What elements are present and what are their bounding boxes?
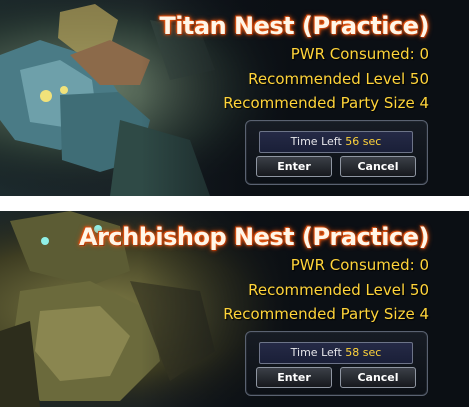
cancel-button[interactable]: Cancel (340, 367, 416, 388)
entry-controls: Time Left 58 sec Enter Cancel (245, 331, 428, 396)
time-left-label: Time Left (290, 135, 342, 148)
titan-nest-dialog: Titan Nest (Practice) PWR Consumed: 0 Re… (0, 0, 469, 196)
time-left-label: Time Left (290, 346, 342, 359)
archbishop-nest-dialog: Archbishop Nest (Practice) PWR Consumed:… (0, 211, 469, 407)
time-left-value: 58 sec (345, 346, 382, 359)
recommended-level: Recommended Level 50 (248, 281, 429, 299)
recommended-party-size: Recommended Party Size 4 (223, 94, 429, 112)
pwr-consumed: PWR Consumed: 0 (290, 256, 429, 274)
dungeon-title: Titan Nest (Practice) (159, 12, 429, 40)
recommended-level: Recommended Level 50 (248, 70, 429, 88)
entry-controls: Time Left 56 sec Enter Cancel (245, 120, 428, 185)
pwr-consumed: PWR Consumed: 0 (290, 45, 429, 63)
enter-button[interactable]: Enter (256, 367, 332, 388)
time-left-display: Time Left 56 sec (259, 131, 413, 153)
cancel-button[interactable]: Cancel (340, 156, 416, 177)
enter-button[interactable]: Enter (256, 156, 332, 177)
dungeon-title: Archbishop Nest (Practice) (79, 223, 430, 251)
time-left-display: Time Left 58 sec (259, 342, 413, 364)
time-left-value: 56 sec (345, 135, 382, 148)
recommended-party-size: Recommended Party Size 4 (223, 305, 429, 323)
